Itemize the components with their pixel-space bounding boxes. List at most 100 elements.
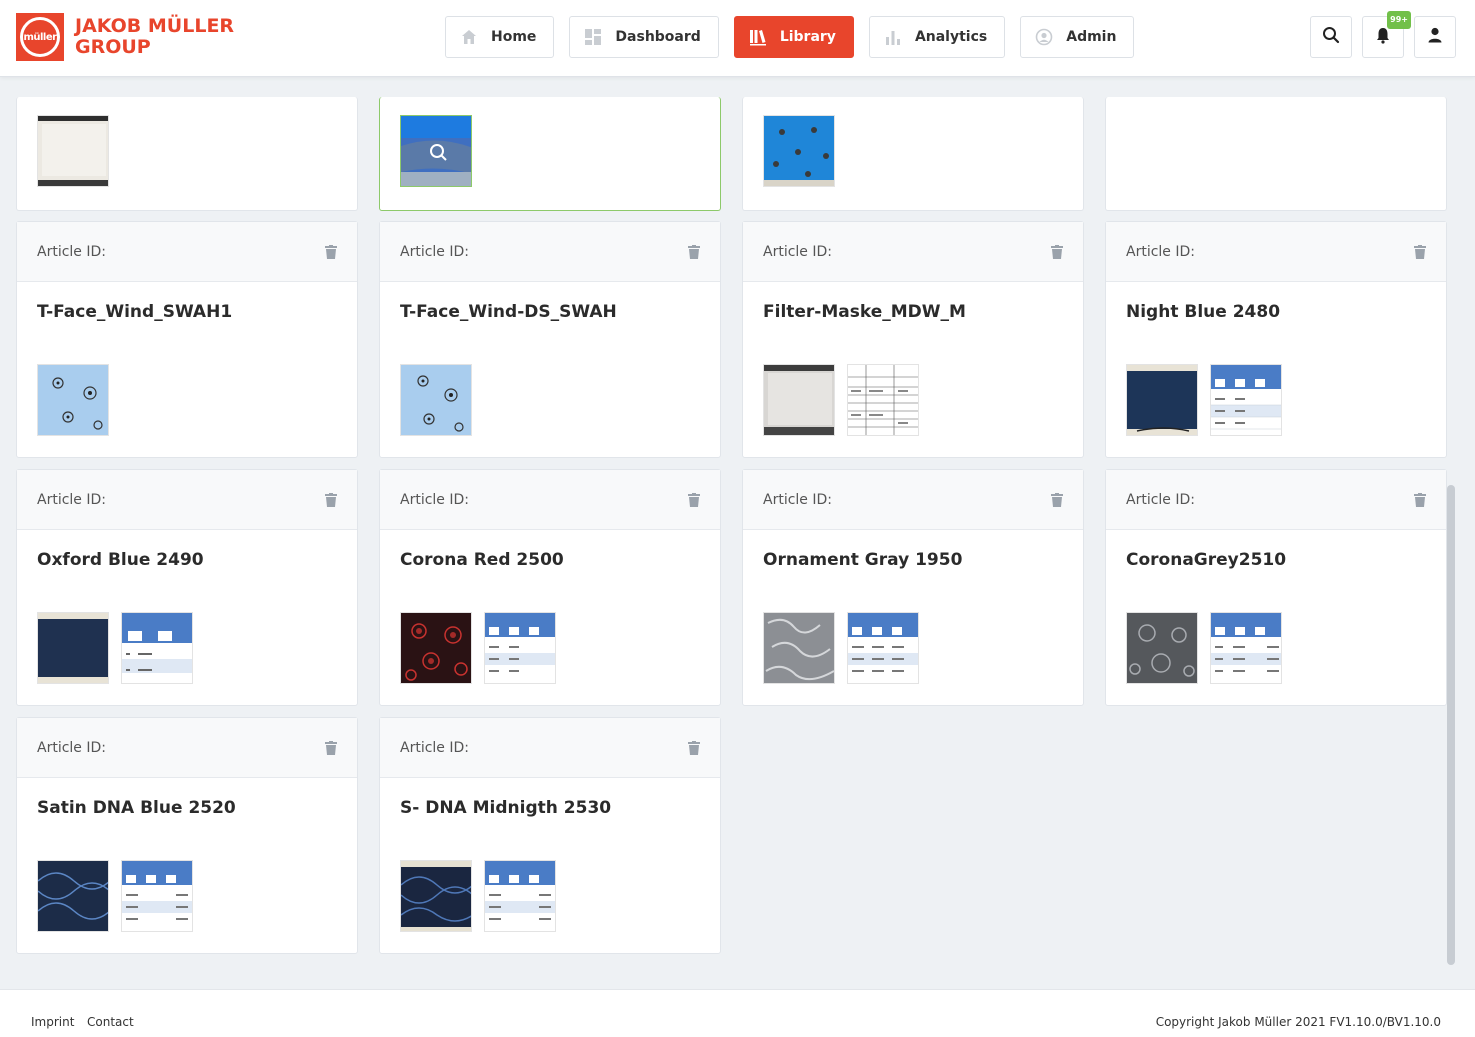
nav-library-label: Library <box>779 29 836 45</box>
library-card[interactable]: Article ID: Night Blue 2480 <box>1105 221 1447 458</box>
library-card-partial[interactable] <box>1105 97 1447 211</box>
library-card[interactable]: Article ID: T-Face_Wind-DS_SWAH <box>379 221 721 458</box>
library-card[interactable]: Article ID: CoronaGrey2510 <box>1105 469 1447 706</box>
thumbnail-image[interactable] <box>37 364 109 436</box>
article-id-label: Article ID: <box>37 243 106 260</box>
imprint-link[interactable]: Imprint <box>31 1015 74 1029</box>
library-card[interactable]: Article ID: Filter-Maske_MDW_M <box>742 221 1084 458</box>
thumbnail-image[interactable] <box>763 364 835 436</box>
article-id-label: Article ID: <box>400 739 469 756</box>
thumbnail-image[interactable] <box>1126 612 1198 684</box>
copyright-text: Copyright Jakob Müller 2021 FV1.10.0/BV1… <box>1155 1015 1441 1029</box>
card-header: Article ID: <box>743 222 1083 282</box>
card-header: Article ID: <box>17 718 357 778</box>
home-icon <box>460 28 478 46</box>
library-card[interactable]: Article ID: S- DNA Midnigth 2530 <box>379 717 721 954</box>
trash-icon <box>1051 244 1063 259</box>
thumbnail-image[interactable] <box>37 115 109 187</box>
nav-admin-button[interactable]: Admin <box>1020 16 1135 58</box>
delete-button[interactable] <box>1414 244 1426 259</box>
trash-icon <box>1414 492 1426 507</box>
thumbnail-image[interactable] <box>847 364 919 436</box>
nav-library-button[interactable]: Library <box>733 16 854 58</box>
card-title[interactable]: Filter-Maske_MDW_M <box>743 282 1083 364</box>
notifications-badge: 99+ <box>1387 11 1411 29</box>
thumbnail-image[interactable] <box>400 860 472 932</box>
article-id-label: Article ID: <box>37 739 106 756</box>
delete-button[interactable] <box>1414 492 1426 507</box>
dashboard-icon <box>584 28 602 46</box>
delete-button[interactable] <box>688 244 700 259</box>
thumbnail-image[interactable] <box>37 860 109 932</box>
contact-link[interactable]: Contact <box>87 1015 134 1029</box>
card-title[interactable]: Ornament Gray 1950 <box>743 530 1083 612</box>
nav-admin-label: Admin <box>1066 29 1117 45</box>
delete-button[interactable] <box>1051 244 1063 259</box>
logo-line-2: GROUP <box>75 36 151 58</box>
card-title[interactable]: Satin DNA Blue 2520 <box>17 778 357 860</box>
thumbnail-image[interactable] <box>1210 612 1282 684</box>
card-title[interactable]: T-Face_Wind_SWAH1 <box>17 282 357 364</box>
nav-dashboard-label: Dashboard <box>615 29 701 45</box>
scrollbar-thumb[interactable] <box>1447 485 1455 965</box>
company-logo[interactable]: müller JAKOB MÜLLER GROUP <box>16 13 234 61</box>
nav-home-button[interactable]: Home <box>445 16 555 58</box>
search-icon <box>1322 26 1340 48</box>
library-card-partial-selected[interactable] <box>379 97 721 211</box>
trash-icon <box>325 740 337 755</box>
footer: Imprint Contact Copyright Jakob Müller 2… <box>0 989 1475 1037</box>
user-menu-button[interactable] <box>1414 16 1456 58</box>
card-title[interactable]: Night Blue 2480 <box>1106 282 1446 364</box>
trash-icon <box>1051 492 1063 507</box>
article-id-label: Article ID: <box>1126 491 1195 508</box>
thumbnail-image[interactable] <box>484 860 556 932</box>
thumbnail-image[interactable] <box>121 860 193 932</box>
analytics-icon <box>884 28 902 46</box>
library-card-partial[interactable] <box>742 97 1084 211</box>
delete-button[interactable] <box>325 492 337 507</box>
thumbnail-image[interactable] <box>400 115 472 187</box>
thumbnail-image[interactable] <box>400 612 472 684</box>
library-card-partial[interactable] <box>16 97 358 211</box>
thumbnail-image[interactable] <box>121 612 193 684</box>
article-id-label: Article ID: <box>763 491 832 508</box>
card-header: Article ID: <box>743 470 1083 530</box>
thumbnail-image[interactable] <box>37 612 109 684</box>
card-title[interactable]: CoronaGrey2510 <box>1106 530 1446 612</box>
trash-icon <box>688 740 700 755</box>
thumbnail-image[interactable] <box>1126 364 1198 436</box>
admin-icon <box>1035 28 1053 46</box>
nav-analytics-button[interactable]: Analytics <box>868 16 1006 58</box>
main-nav: Home Dashboard Library Analytics Admin <box>445 16 1149 58</box>
library-icon <box>749 28 767 46</box>
trash-icon <box>325 492 337 507</box>
thumbnail-image[interactable] <box>847 612 919 684</box>
thumbnail-image[interactable] <box>484 612 556 684</box>
delete-button[interactable] <box>325 740 337 755</box>
thumbnail-image[interactable] <box>763 612 835 684</box>
library-card[interactable]: Article ID: Oxford Blue 2490 <box>16 469 358 706</box>
thumbnail-image[interactable] <box>763 115 835 187</box>
delete-button[interactable] <box>688 492 700 507</box>
library-card[interactable]: Article ID: T-Face_Wind_SWAH1 <box>16 221 358 458</box>
library-card[interactable]: Article ID: Satin DNA Blue 2520 <box>16 717 358 954</box>
library-card[interactable]: Article ID: Corona Red 2500 <box>379 469 721 706</box>
nav-dashboard-button[interactable]: Dashboard <box>569 16 719 58</box>
delete-button[interactable] <box>688 740 700 755</box>
search-button[interactable] <box>1310 16 1352 58</box>
thumbnail-image[interactable] <box>1210 364 1282 436</box>
library-card[interactable]: Article ID: Ornament Gray 1950 <box>742 469 1084 706</box>
card-header: Article ID: <box>380 718 720 778</box>
top-navigation-bar: müller JAKOB MÜLLER GROUP Home Dashboard… <box>0 0 1475 77</box>
notifications-button[interactable]: 99+ <box>1362 11 1411 58</box>
card-title[interactable]: S- DNA Midnigth 2530 <box>380 778 720 860</box>
thumbnail-image[interactable] <box>400 364 472 436</box>
article-id-label: Article ID: <box>400 491 469 508</box>
trash-icon <box>688 492 700 507</box>
bell-icon <box>1374 26 1392 48</box>
delete-button[interactable] <box>325 244 337 259</box>
card-title[interactable]: Corona Red 2500 <box>380 530 720 612</box>
card-title[interactable]: T-Face_Wind-DS_SWAH <box>380 282 720 364</box>
card-title[interactable]: Oxford Blue 2490 <box>17 530 357 612</box>
delete-button[interactable] <box>1051 492 1063 507</box>
